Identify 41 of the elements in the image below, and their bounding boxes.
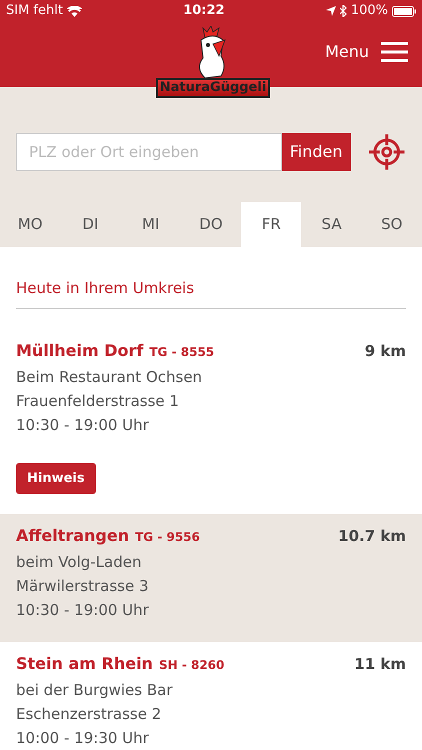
note-button[interactable]: Hinweis (16, 462, 96, 494)
street-text: Eschenzerstrasse 2 (16, 704, 162, 725)
logo-text: NaturaGüggeli (156, 78, 270, 98)
locate-icon[interactable] (366, 132, 406, 172)
day-tab[interactable]: FR (241, 202, 302, 247)
menu-button[interactable]: Menu (325, 40, 408, 64)
street-text: Frauenfelderstrasse 1 (16, 390, 180, 412)
day-tab[interactable]: SA (301, 202, 362, 247)
day-tab[interactable]: MI (120, 202, 181, 247)
carrier-text: SIM fehlt (6, 2, 63, 20)
place-text: beim Volg-Laden (16, 552, 142, 573)
location-arrow-icon (326, 6, 336, 16)
hours-text: 10:30 - 19:00 Uhr (16, 600, 150, 621)
location-name: Affeltrangen (16, 525, 130, 547)
distance-text: 9 km (364, 340, 406, 362)
day-tab[interactable]: MO (0, 202, 60, 247)
day-tab[interactable]: SO (362, 202, 422, 247)
clock-text: 10:22 (183, 2, 225, 20)
place-text: bei der Burgwies Bar (16, 680, 174, 701)
find-button[interactable]: Finden (282, 133, 351, 171)
hours-text: 10:30 - 19:00 Uhr (16, 414, 150, 436)
distance-text: 10.7 km (338, 526, 406, 547)
day-tab[interactable]: DI (60, 202, 121, 247)
distance-text: 11 km (354, 654, 406, 675)
battery-text: 100% (350, 2, 388, 20)
bluetooth-icon (340, 5, 347, 17)
place-text: Beim Restaurant Ochsen (16, 366, 204, 388)
location-card[interactable]: Affeltrangen TG - 9556 10.7 km beim Volg-Laden Märwilerstrasse 3 10:30 - 19:00 Uhr (0, 514, 422, 642)
location-name: Stein am Rhein (16, 653, 153, 675)
section-title: Heute in Ihrem Umkreis (16, 277, 406, 308)
battery-icon (392, 6, 416, 16)
search-field[interactable]: PLZ oder Ort eingeben (16, 133, 282, 171)
menu-icon (381, 42, 408, 62)
hours-text: 10:00 - 19:30 Uhr (16, 728, 150, 749)
location-region: TG - 8555 (149, 344, 214, 360)
wifi-icon (66, 6, 82, 16)
location-region: TG - 9556 (135, 529, 200, 546)
street-text: Märwilerstrasse 3 (16, 576, 150, 597)
location-region: SH - 8260 (158, 657, 224, 674)
day-tab[interactable]: DO (180, 202, 242, 247)
location-name: Müllheim Dorf (16, 340, 144, 362)
